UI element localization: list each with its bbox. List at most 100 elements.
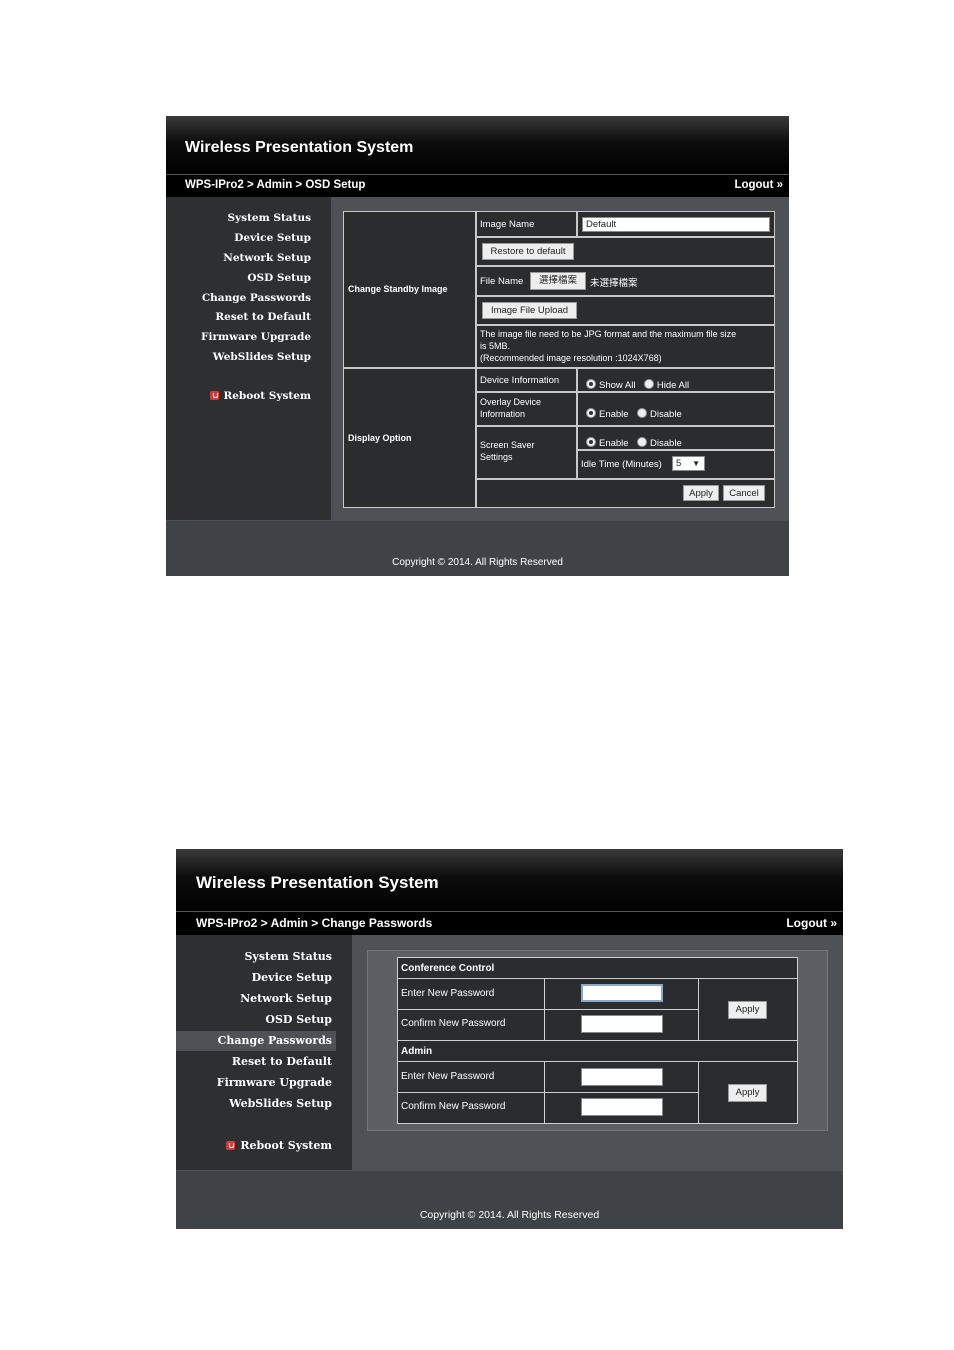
logout-link[interactable]: Logout » [786, 916, 837, 930]
note-row: The image file need to be JPG format and… [477, 326, 774, 367]
osd-setup-screen: Wireless Presentation System WPS-IPro2 >… [166, 116, 789, 576]
conf-confirm-label: Confirm New Password [401, 1018, 506, 1029]
password-table: Conference Control Enter New Password Co… [397, 957, 798, 1124]
screensaver-disable-radio[interactable] [637, 437, 648, 447]
change-passwords-screen: Wireless Presentation System WPS-IPro2 >… [176, 849, 843, 1229]
upload-row: Image File Upload [477, 297, 774, 324]
image-name-label-cell: Image Name [477, 212, 576, 236]
file-name-label: File Name [480, 276, 524, 287]
nav-change-passwords[interactable]: Change Passwords [202, 292, 311, 304]
logout-link[interactable]: Logout » [734, 179, 783, 191]
image-name-label: Image Name [480, 219, 535, 230]
nav-device-setup[interactable]: Device Setup [252, 971, 332, 984]
nav-osd-setup[interactable]: OSD Setup [265, 1013, 332, 1026]
overlay-enable-label: Enable [599, 409, 629, 420]
reboot-label: Reboot System [240, 1139, 332, 1152]
divider [398, 1092, 699, 1093]
apply-button[interactable]: Apply [683, 485, 719, 501]
breadcrumb-bar: WPS-IPro2 > Admin > OSD Setup Logout » [166, 174, 789, 197]
overlay-label-line-2: Information [480, 409, 526, 419]
nav-reboot-system[interactable]: Reboot System [226, 1139, 332, 1152]
screensaver-options: Enable Disable [578, 427, 774, 449]
conf-apply-button[interactable]: Apply [728, 1001, 767, 1019]
device-info-radio-group: Show All Hide All [586, 375, 693, 393]
hide-all-label: Hide All [656, 380, 690, 391]
copyright-text: Copyright © 2014. All Rights Reserved [392, 557, 563, 568]
hide-all-radio[interactable] [643, 379, 654, 389]
nav-osd-setup[interactable]: OSD Setup [247, 272, 311, 284]
divider [398, 978, 797, 979]
idle-time-value: 5 [676, 458, 682, 469]
image-name-input[interactable] [582, 217, 770, 232]
show-all-radio[interactable] [586, 379, 596, 389]
nav-system-status[interactable]: System Status [244, 950, 332, 963]
nav-webslides-setup[interactable]: WebSlides Setup [229, 1097, 332, 1110]
action-row: Apply Cancel [477, 480, 774, 507]
divider [398, 1040, 797, 1041]
idle-time-label: Idle Time (Minutes) [581, 459, 662, 470]
note-line-3: (Recommended image resolution :1024X768) [480, 353, 662, 363]
choose-file-button[interactable]: 選擇檔案 [530, 272, 586, 290]
breadcrumb: WPS-IPro2 > Admin > Change Passwords [196, 916, 433, 930]
admin-enter-label: Enter New Password [401, 1071, 495, 1082]
divider [698, 978, 699, 1040]
conference-control-header: Conference Control [401, 963, 495, 974]
overlay-disable-radio[interactable] [637, 408, 648, 418]
nav-firmware-upgrade[interactable]: Firmware Upgrade [201, 331, 311, 343]
conf-enter-password-input[interactable] [581, 984, 663, 1002]
admin-header: Admin [401, 1046, 433, 1057]
screensaver-radio-group: Enable Disable [586, 433, 686, 451]
nav-system-status[interactable]: System Status [227, 212, 311, 224]
dropdown-arrow-icon: ▼ [692, 459, 700, 468]
app-header: Wireless Presentation System [176, 849, 843, 911]
copyright-text: Copyright © 2014. All Rights Reserved [419, 1209, 600, 1221]
password-panel: Conference Control Enter New Password Co… [367, 950, 828, 1131]
cancel-button[interactable]: Cancel [723, 485, 765, 501]
display-option-label: Display Option [348, 433, 412, 443]
restore-default-button[interactable]: Restore to default [482, 243, 574, 260]
nav-firmware-upgrade[interactable]: Firmware Upgrade [217, 1076, 332, 1089]
admin-confirm-label: Confirm New Password [401, 1101, 506, 1112]
footer: Copyright © 2014. All Rights Reserved [176, 1171, 843, 1229]
reboot-label: Reboot System [223, 390, 312, 402]
standby-image-label-cell: Change Standby Image [344, 212, 475, 367]
nav-reset-to-default[interactable]: Reset to Default [215, 311, 311, 323]
image-file-upload-button[interactable]: Image File Upload [482, 302, 577, 319]
conf-enter-label: Enter New Password [401, 988, 495, 999]
app-title: Wireless Presentation System [185, 139, 414, 156]
nav-change-passwords[interactable]: Change Passwords [176, 1031, 336, 1051]
conf-confirm-password-input[interactable] [581, 1015, 663, 1033]
divider [544, 1061, 545, 1124]
nav-device-setup[interactable]: Device Setup [234, 232, 311, 244]
idle-time-row: Idle Time (Minutes) 5 ▼ [578, 451, 774, 478]
divider [398, 1061, 797, 1062]
screensaver-enable-radio[interactable] [586, 437, 596, 447]
admin-confirm-password-input[interactable] [581, 1098, 663, 1116]
screensaver-enable-label: Enable [599, 438, 629, 449]
nav-network-setup[interactable]: Network Setup [240, 992, 332, 1005]
admin-apply-button[interactable]: Apply [728, 1084, 767, 1102]
overlay-label-line-1: Overlay Device [480, 397, 542, 407]
nav-webslides-setup[interactable]: WebSlides Setup [213, 351, 311, 363]
overlay-enable-radio[interactable] [586, 408, 596, 418]
note-line-2: is 5MB. [480, 341, 511, 351]
standby-image-label: Change Standby Image [348, 284, 448, 294]
idle-time-select[interactable]: 5 ▼ [672, 456, 705, 471]
no-file-text: 未選擇檔案 [590, 278, 638, 289]
overlay-disable-label: Disable [650, 409, 682, 420]
power-icon [226, 1141, 236, 1150]
osd-form: Change Standby Image Image Name Restore … [343, 211, 775, 508]
admin-enter-password-input[interactable] [581, 1068, 663, 1086]
sidebar: System Status Device Setup Network Setup… [176, 935, 352, 1170]
nav-reboot-system[interactable]: Reboot System [209, 390, 312, 402]
power-icon [209, 391, 219, 400]
device-info-label-cell: Device Information [477, 369, 576, 391]
footer: Copyright © 2014. All Rights Reserved [166, 521, 789, 576]
divider [398, 1009, 699, 1010]
screensaver-label-line-1: Screen Saver [480, 440, 535, 450]
overlay-label-cell: Overlay Device Information [477, 393, 576, 425]
nav-reset-to-default[interactable]: Reset to Default [232, 1055, 332, 1068]
divider [544, 978, 545, 1040]
screensaver-disable-label: Disable [650, 438, 682, 449]
nav-network-setup[interactable]: Network Setup [223, 252, 311, 264]
